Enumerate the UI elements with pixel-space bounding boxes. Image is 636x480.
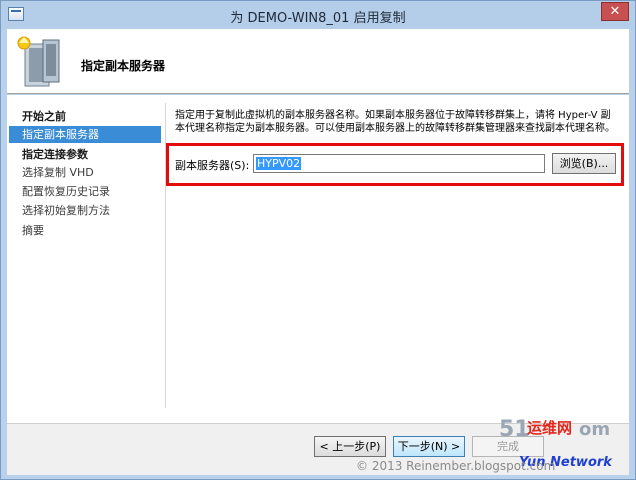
server-wizard-icon [17, 36, 60, 87]
nav-item-connection-parameters[interactable]: 指定连接参数 [9, 146, 161, 163]
nav-item-initial-replication[interactable]: 选择初始复制方法 [9, 202, 161, 219]
title-bar: 为 DEMO-WIN8_01 启用复制 ✕ [1, 1, 635, 29]
window-title: 为 DEMO-WIN8_01 启用复制 [230, 11, 406, 26]
copyright-watermark: © 2013 Reinember.blogspot.com [356, 459, 556, 473]
previous-button[interactable]: < 上一步(P) [314, 436, 386, 457]
wizard-header: 指定副本服务器 [7, 29, 629, 94]
nav-item-recovery-history[interactable]: 配置恢复历史记录 [9, 183, 161, 200]
watermark-logo-suffix: om [579, 419, 611, 440]
description-text: 指定用于复制此虚拟机的副本服务器名称。如果副本服务器位于故障转移群集上，请将 H… [175, 110, 615, 134]
nav-item-before-you-begin[interactable]: 开始之前 [9, 108, 161, 125]
wizard-window: 为 DEMO-WIN8_01 启用复制 ✕ 指定副本服务器 开始之前 指定副本服… [0, 0, 636, 480]
wizard-nav: 开始之前 指定副本服务器 指定连接参数 选择复制 VHD 配置恢复历史记录 选择… [7, 95, 161, 423]
nav-item-specify-replica-server[interactable]: 指定副本服务器 [9, 126, 161, 143]
watermark-logo-chars: 运维网 [527, 419, 573, 437]
nav-item-choose-vhd[interactable]: 选择复制 VHD [9, 164, 161, 181]
wizard-content: 开始之前 指定副本服务器 指定连接参数 选择复制 VHD 配置恢复历史记录 选择… [7, 95, 629, 423]
page-title: 指定副本服务器 [81, 59, 166, 73]
next-button[interactable]: 下一步(N) > [393, 436, 465, 457]
close-button[interactable]: ✕ [601, 2, 629, 21]
watermark-logo-number: 51 [499, 417, 530, 442]
nav-item-summary[interactable]: 摘要 [9, 222, 161, 239]
highlight-annotation [166, 143, 624, 186]
